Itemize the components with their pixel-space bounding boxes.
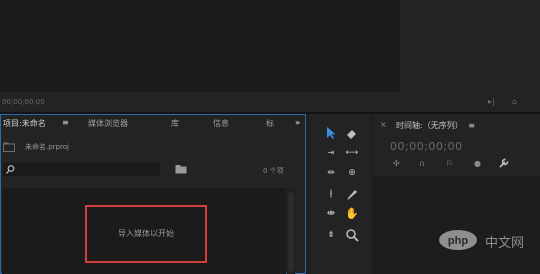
selection-tool-icon[interactable]: [324, 126, 338, 140]
tools-panel: ⇥ ⇹ ⫲ ⇼ ⇟ ⟷ ⊕ ✋: [309, 114, 371, 274]
monitor-video-area: [0, 0, 400, 92]
settings-icon[interactable]: ⌂: [512, 97, 517, 106]
svg-text:php: php: [448, 235, 468, 247]
scroll-thumb[interactable]: [288, 192, 294, 272]
item-count: 0 个项: [263, 167, 284, 175]
timeline-menu-icon[interactable]: ≡: [468, 121, 475, 130]
monitor-timecode[interactable]: 00;00;00;00: [2, 98, 45, 106]
watermark-text: 中文网: [485, 235, 525, 250]
tab-menu-icon[interactable]: ≡: [62, 118, 69, 127]
project-panel-tabs: 项目:未命名 ≡ 媒体浏览器 库 信息 标 »: [1, 115, 305, 133]
add-marker-icon[interactable]: ⚐: [446, 159, 453, 168]
tab-markers[interactable]: 标: [266, 118, 274, 129]
wrench-icon[interactable]: [499, 158, 509, 168]
zoom-tool-icon[interactable]: [345, 228, 359, 242]
track-select-tool-icon[interactable]: ⇥: [324, 146, 338, 160]
snap-icon[interactable]: ✣: [393, 159, 400, 168]
hand-tool-icon[interactable]: ✋: [345, 207, 359, 221]
tab-info[interactable]: 信息: [213, 118, 229, 129]
tab-project[interactable]: 项目:未命名: [3, 118, 46, 129]
search-input[interactable]: [3, 163, 160, 176]
monitor-timecode-bar: [0, 94, 540, 112]
razor-tool-icon[interactable]: ⫲: [324, 187, 338, 201]
project-file-row: 未命名.prproj: [1, 138, 305, 156]
search-icon: [6, 165, 15, 174]
new-bin-icon[interactable]: [175, 165, 187, 174]
panel-close-icon[interactable]: ×: [380, 120, 387, 129]
php-logo: php: [439, 230, 477, 250]
pen-tool-icon[interactable]: [345, 187, 359, 201]
tab-libraries[interactable]: 库: [171, 118, 179, 129]
pen-eraser-tool-icon[interactable]: [345, 126, 359, 140]
timeline-title: 时间轴:（无序列） ≡: [396, 121, 475, 130]
marker-icon[interactable]: ●: [474, 159, 481, 168]
export-frame-icon[interactable]: ▸|: [488, 97, 495, 106]
project-file-name: 未命名.prproj: [25, 143, 69, 151]
timeline-tracks-area[interactable]: [374, 176, 540, 274]
ripple-edit-tool-icon[interactable]: ⇹: [324, 166, 338, 180]
timeline-timecode[interactable]: 00;00;00;00: [390, 140, 463, 153]
rolling-edit-tool-icon[interactable]: ⟷: [345, 146, 359, 160]
slip-tool-icon[interactable]: ⇼: [324, 207, 338, 221]
linked-selection-icon[interactable]: ∩: [419, 159, 425, 168]
rate-stretch-tool-icon[interactable]: ⊕: [345, 166, 359, 180]
import-media-hint[interactable]: 导入媒体以开始: [85, 228, 207, 239]
tab-media-browser[interactable]: 媒体浏览器: [88, 118, 128, 129]
project-bin-icon: [3, 142, 15, 152]
slide-tool-icon[interactable]: ⇟: [324, 228, 338, 242]
tab-overflow-icon[interactable]: »: [295, 118, 300, 127]
